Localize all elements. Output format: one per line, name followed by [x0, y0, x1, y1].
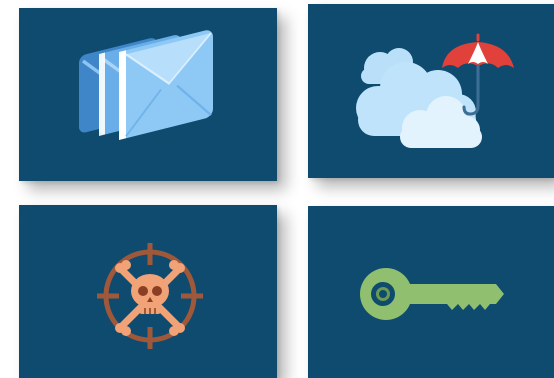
mail-tile[interactable] [19, 8, 277, 181]
security-tile[interactable] [308, 206, 554, 378]
weather-tile[interactable] [308, 4, 554, 178]
cloud-umbrella-icon [356, 33, 514, 148]
envelopes-icon [79, 30, 213, 140]
key-icon [360, 268, 504, 320]
skull-crosshair-icon [97, 243, 203, 349]
threat-tile[interactable] [19, 205, 277, 378]
